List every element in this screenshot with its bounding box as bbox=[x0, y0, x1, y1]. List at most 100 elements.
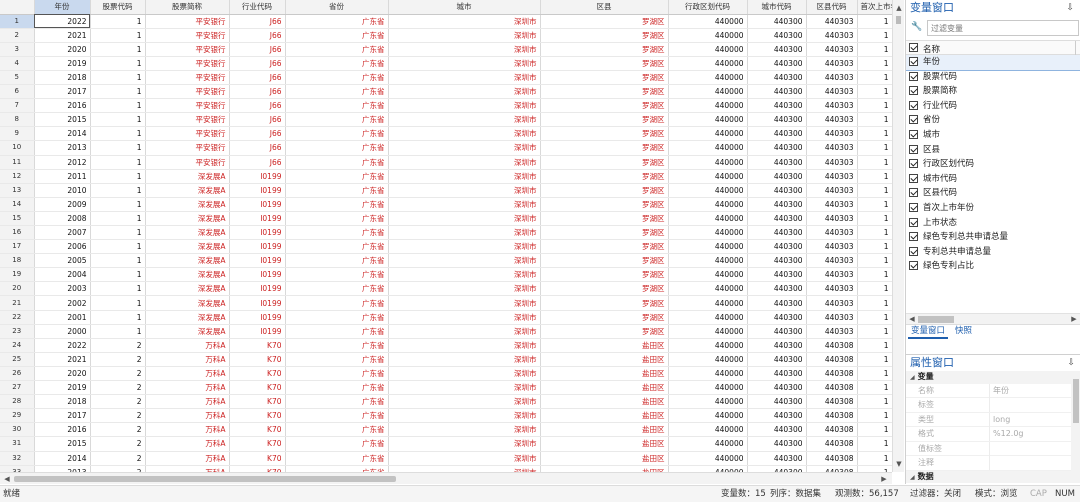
table-cell[interactable]: 深圳市 bbox=[388, 70, 541, 86]
table-cell[interactable]: 1 bbox=[90, 155, 146, 170]
table-row[interactable]: 30 2016 2 万科A K70 广东省 深圳市 盐田区 440000 440300 440308… bbox=[0, 422, 892, 438]
table-cell[interactable]: 万科A bbox=[145, 436, 230, 452]
table-row[interactable]: 23 2000 1 深发展A I0199 广东省 深圳市 罗湖区 440000 440300 440… bbox=[0, 324, 892, 339]
variable-checkbox[interactable] bbox=[909, 129, 918, 139]
table-cell[interactable]: 深圳市 bbox=[388, 451, 541, 466]
table-cell[interactable]: 440300 bbox=[747, 183, 807, 198]
table-cell[interactable]: 440303 bbox=[806, 98, 858, 114]
table-cell[interactable]: 1 bbox=[90, 56, 146, 71]
table-cell[interactable]: 深圳市 bbox=[388, 84, 541, 100]
data-grid[interactable]: 年份股票代码股票简称行业代码省份城市区县行政区划代码城市代码区县代码首次上市年份… bbox=[0, 0, 892, 472]
property-row[interactable]: 名称 年份 bbox=[906, 383, 1080, 398]
table-cell[interactable]: 深发展A bbox=[145, 183, 230, 198]
table-cell[interactable]: 深发展A bbox=[145, 239, 230, 255]
table-cell[interactable]: 1 bbox=[90, 281, 146, 297]
row-number[interactable]: 11 bbox=[0, 155, 35, 170]
table-row[interactable]: 31 2015 2 万科A K70 广东省 深圳市 盐田区 440000 440300 440308… bbox=[0, 436, 892, 452]
table-cell[interactable]: 罗湖区 bbox=[540, 211, 669, 227]
table-cell[interactable]: 440300 bbox=[747, 155, 807, 170]
row-number[interactable]: 33 bbox=[0, 465, 35, 472]
table-cell[interactable]: 440300 bbox=[747, 310, 807, 325]
table-cell[interactable]: 440000 bbox=[668, 253, 748, 269]
table-cell[interactable]: I0199 bbox=[229, 197, 286, 212]
row-number[interactable]: 15 bbox=[0, 211, 35, 227]
variable-list-item[interactable]: 首次上市年份 bbox=[906, 201, 1080, 216]
table-cell[interactable]: 平安银行 bbox=[145, 155, 230, 170]
table-cell[interactable]: 罗湖区 bbox=[540, 267, 669, 283]
table-cell[interactable]: 440000 bbox=[668, 281, 748, 297]
table-cell[interactable]: 盐田区 bbox=[540, 408, 669, 424]
table-cell[interactable]: 440300 bbox=[747, 366, 807, 382]
table-cell[interactable]: J66 bbox=[229, 70, 286, 86]
table-cell[interactable]: I0199 bbox=[229, 281, 286, 297]
table-cell[interactable]: 1 bbox=[90, 169, 146, 184]
table-row[interactable]: 20 2003 1 深发展A I0199 广东省 深圳市 罗湖区 440000 440300 440… bbox=[0, 281, 892, 297]
variable-list-item[interactable]: 年份 bbox=[906, 55, 1080, 71]
table-row[interactable]: 17 2006 1 深发展A I0199 广东省 深圳市 罗湖区 440000 440300 440… bbox=[0, 239, 892, 255]
variable-list-item[interactable]: 城市代码 bbox=[906, 172, 1080, 187]
table-cell[interactable]: 440000 bbox=[668, 140, 748, 156]
property-row[interactable]: 格式 %12.0g bbox=[906, 427, 1080, 442]
properties-scrollbar[interactable] bbox=[1071, 371, 1080, 483]
table-cell[interactable]: 深圳市 bbox=[388, 56, 541, 71]
table-cell[interactable]: 440000 bbox=[668, 394, 748, 410]
table-cell[interactable]: 罗湖区 bbox=[540, 169, 669, 184]
table-cell[interactable]: I0199 bbox=[229, 169, 286, 184]
row-number[interactable]: 3 bbox=[0, 42, 35, 57]
table-cell[interactable]: 1 bbox=[857, 338, 892, 353]
table-row[interactable]: 18 2005 1 深发展A I0199 广东省 深圳市 罗湖区 440000 440300 440… bbox=[0, 253, 892, 269]
table-row[interactable]: 10 2013 1 平安银行 J66 广东省 深圳市 罗湖区 440000 440300 44030… bbox=[0, 140, 892, 156]
table-cell[interactable]: 万科A bbox=[145, 451, 230, 466]
table-cell[interactable]: 罗湖区 bbox=[540, 197, 669, 212]
table-cell[interactable]: 440303 bbox=[806, 169, 858, 184]
table-cell[interactable]: 广东省 bbox=[285, 28, 389, 43]
table-cell[interactable]: 罗湖区 bbox=[540, 140, 669, 156]
table-cell[interactable]: 440000 bbox=[668, 155, 748, 170]
table-cell[interactable]: 罗湖区 bbox=[540, 155, 669, 170]
table-cell[interactable]: 440303 bbox=[806, 84, 858, 100]
table-cell[interactable]: 440303 bbox=[806, 197, 858, 212]
table-cell[interactable]: 2019 bbox=[34, 380, 91, 396]
table-cell[interactable]: 2022 bbox=[34, 14, 91, 29]
scroll-thumb[interactable] bbox=[1073, 379, 1079, 423]
row-number-header[interactable] bbox=[0, 0, 35, 15]
column-header[interactable]: 行业代码 bbox=[229, 0, 286, 15]
table-cell[interactable]: 440000 bbox=[668, 211, 748, 227]
table-cell[interactable]: 平安银行 bbox=[145, 140, 230, 156]
table-cell[interactable]: 440308 bbox=[806, 465, 858, 472]
table-cell[interactable]: 2013 bbox=[34, 140, 91, 156]
table-cell[interactable]: 2012 bbox=[34, 155, 91, 170]
row-number[interactable]: 20 bbox=[0, 281, 35, 297]
table-cell[interactable]: 1 bbox=[857, 394, 892, 410]
row-number[interactable]: 30 bbox=[0, 422, 35, 438]
variable-list-item[interactable]: 区县代码 bbox=[906, 186, 1080, 201]
column-divider[interactable] bbox=[1075, 41, 1076, 55]
table-cell[interactable]: 深圳市 bbox=[388, 310, 541, 325]
table-cell[interactable]: 广东省 bbox=[285, 211, 389, 227]
table-row[interactable]: 21 2002 1 深发展A I0199 广东省 深圳市 罗湖区 440000 440300 440… bbox=[0, 295, 892, 311]
table-cell[interactable]: 440308 bbox=[806, 436, 858, 452]
table-cell[interactable]: 罗湖区 bbox=[540, 295, 669, 311]
table-cell[interactable]: 1 bbox=[857, 422, 892, 438]
table-cell[interactable]: 罗湖区 bbox=[540, 126, 669, 142]
variable-list-item[interactable]: 绿色专利总共申请总量 bbox=[906, 230, 1080, 245]
table-cell[interactable]: 440000 bbox=[668, 42, 748, 57]
table-cell[interactable]: 1 bbox=[857, 183, 892, 198]
table-cell[interactable]: I0199 bbox=[229, 253, 286, 269]
table-cell[interactable]: 深圳市 bbox=[388, 465, 541, 472]
variable-checkbox[interactable] bbox=[909, 261, 918, 271]
table-cell[interactable]: 罗湖区 bbox=[540, 70, 669, 86]
column-header[interactable]: 股票代码 bbox=[90, 0, 146, 15]
table-cell[interactable]: 440300 bbox=[747, 324, 807, 339]
table-cell[interactable]: 广东省 bbox=[285, 183, 389, 198]
table-cell[interactable]: 440300 bbox=[747, 253, 807, 269]
table-cell[interactable]: I0199 bbox=[229, 295, 286, 311]
table-cell[interactable]: K70 bbox=[229, 422, 286, 438]
table-cell[interactable]: J66 bbox=[229, 98, 286, 114]
table-cell[interactable]: 2016 bbox=[34, 98, 91, 114]
table-row[interactable]: 4 2019 1 平安银行 J66 广东省 深圳市 罗湖区 440000 440300 440303… bbox=[0, 56, 892, 71]
table-cell[interactable]: 1 bbox=[857, 155, 892, 170]
table-cell[interactable]: 440308 bbox=[806, 380, 858, 396]
table-cell[interactable]: 2 bbox=[90, 366, 146, 382]
table-cell[interactable]: 440300 bbox=[747, 169, 807, 184]
